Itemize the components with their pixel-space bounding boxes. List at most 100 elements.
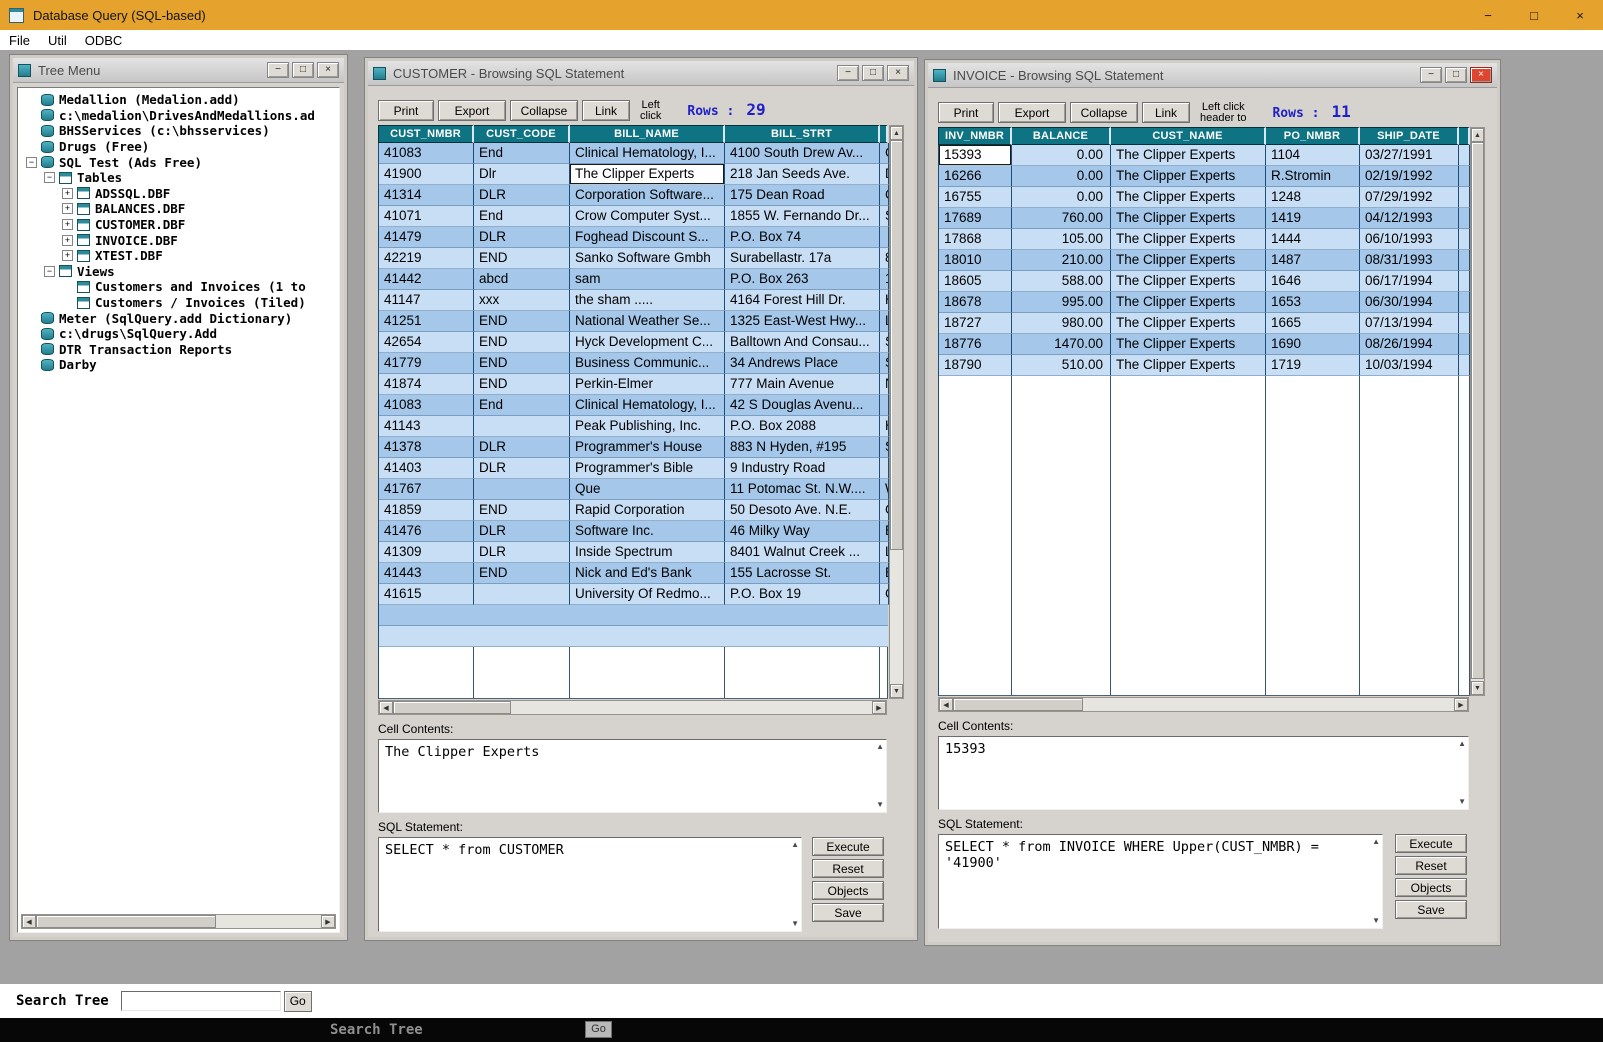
objects-button[interactable]: Objects	[1395, 878, 1467, 897]
sql-statement-box[interactable]: SELECT * from INVOICE WHERE Upper(CUST_N…	[938, 834, 1383, 929]
grid-cell[interactable]: 1248	[1266, 187, 1360, 208]
grid-cell[interactable]	[474, 416, 570, 437]
grid-cell[interactable]: 41314	[379, 185, 474, 206]
grid-cell[interactable]: H	[880, 416, 889, 437]
grid-cell[interactable]: 41900	[379, 164, 474, 185]
grid-cell[interactable]: Rapid Corporation	[570, 500, 725, 521]
grid-cell[interactable]	[474, 584, 570, 605]
grid-cell[interactable]: 41309	[379, 542, 474, 563]
close-button[interactable]: ×	[317, 62, 339, 78]
save-button[interactable]: Save	[1395, 900, 1467, 919]
grid-cell[interactable]: 18010	[939, 250, 1012, 271]
grid-cell[interactable]: Foghead Discount S...	[570, 227, 725, 248]
grid-cell[interactable]: E	[880, 563, 889, 584]
save-button[interactable]: Save	[812, 903, 884, 922]
grid-cell[interactable]: The Clipper Experts	[1111, 208, 1266, 229]
grid-cell[interactable]: 1444	[1266, 229, 1360, 250]
grid-cell[interactable]: 1719	[1266, 355, 1360, 376]
grid-cell[interactable]: 11 Potomac St. N.W....	[725, 479, 880, 500]
grid-cell[interactable]: the sham .....	[570, 290, 725, 311]
grid-cell[interactable]: 08/31/1993	[1360, 250, 1459, 271]
execute-button[interactable]: Execute	[1395, 834, 1467, 853]
grid-cell[interactable]: END	[474, 353, 570, 374]
grid-cell[interactable]	[1459, 166, 1470, 187]
column-header[interactable]: BILL_STRT	[725, 125, 880, 143]
collapse-icon[interactable]: −	[26, 157, 37, 168]
grid-cell[interactable]	[880, 395, 889, 416]
grid-cell[interactable]: 41378	[379, 437, 474, 458]
grid-row[interactable]: 41378DLRProgrammer's House883 N Hyden, #…	[379, 437, 889, 458]
grid-cell[interactable]	[1459, 292, 1470, 313]
close-button[interactable]: ×	[887, 65, 909, 81]
grid-row[interactable]: 167550.00The Clipper Experts124807/29/19…	[939, 187, 1470, 208]
scroll-thumb[interactable]	[1471, 142, 1484, 679]
grid-cell[interactable]: The Clipper Experts	[1111, 250, 1266, 271]
cell-contents-box[interactable]: 15393 ▲ ▼	[938, 736, 1469, 810]
grid-cell[interactable]: The Clipper Experts	[1111, 355, 1266, 376]
grid-row[interactable]: 41859ENDRapid Corporation50 Desoto Ave. …	[379, 500, 889, 521]
grid-cell[interactable]: The Clipper Experts	[1111, 145, 1266, 166]
grid-row[interactable]: 41779ENDBusiness Communic...34 Andrews P…	[379, 353, 889, 374]
grid-cell[interactable]: 8401 Walnut Creek ...	[725, 542, 880, 563]
reset-button[interactable]: Reset	[1395, 856, 1467, 875]
collapse-icon[interactable]: −	[44, 172, 55, 183]
grid-cell[interactable]: 1470.00	[1012, 334, 1111, 355]
tree-menu-window[interactable]: Tree Menu − □ × Medallion (Medalion.add)…	[10, 55, 347, 940]
grid-cell[interactable]: Clinical Hematology, I...	[570, 143, 725, 164]
scroll-thumb[interactable]	[953, 698, 1083, 711]
grid-cell[interactable]: 16755	[939, 187, 1012, 208]
tree-item[interactable]: Darby	[20, 357, 339, 373]
grid-cell[interactable]: 16266	[939, 166, 1012, 187]
maximize-button[interactable]: □	[1445, 67, 1467, 83]
grid-cell[interactable]: 1325 East-West Hwy...	[725, 311, 880, 332]
grid-cell[interactable]: 41443	[379, 563, 474, 584]
grid-cell[interactable]: 777 Main Avenue	[725, 374, 880, 395]
grid-cell[interactable]: Surabellastr. 17a	[725, 248, 880, 269]
column-header[interactable]: CUST_CODE	[474, 125, 570, 143]
menu-odbc[interactable]: ODBC	[76, 30, 132, 50]
grid-cell[interactable]: 0.00	[1012, 187, 1111, 208]
scroll-up-icon[interactable]: ▲	[1458, 740, 1466, 748]
column-header[interactable]	[880, 125, 888, 143]
grid-cell[interactable]: 980.00	[1012, 313, 1111, 334]
grid-cell[interactable]	[1459, 208, 1470, 229]
expand-icon[interactable]: +	[62, 188, 73, 199]
grid-cell[interactable]: C	[880, 185, 889, 206]
grid-cell[interactable]	[1459, 334, 1470, 355]
tree-item[interactable]: c:\drugs\SqlQuery.Add	[20, 326, 339, 342]
grid-cell[interactable]: 175 Dean Road	[725, 185, 880, 206]
horizontal-scrollbar[interactable]: ◀ ▶	[378, 700, 887, 715]
grid-cell[interactable]: 06/10/1993	[1360, 229, 1459, 250]
tree-item[interactable]: +BALANCES.DBF	[20, 201, 339, 217]
link-button[interactable]: Link	[582, 100, 630, 121]
grid-cell[interactable]: 41083	[379, 395, 474, 416]
scroll-thumb[interactable]	[890, 140, 903, 550]
grid-cell[interactable]: Perkin-Elmer	[570, 374, 725, 395]
minimize-button[interactable]: −	[1465, 0, 1511, 30]
scroll-down-icon[interactable]: ▼	[1458, 798, 1466, 806]
tree-item[interactable]: +INVOICE.DBF	[20, 232, 339, 248]
grid-cell[interactable]: P.O. Box 19	[725, 584, 880, 605]
minimize-button[interactable]: −	[1420, 67, 1442, 83]
grid-cell[interactable]: 04/12/1993	[1360, 208, 1459, 229]
grid-cell[interactable]: Crow Computer Syst...	[570, 206, 725, 227]
grid-cell[interactable]: D	[880, 164, 889, 185]
grid-cell[interactable]: S	[880, 353, 889, 374]
grid-cell[interactable]: Clinical Hematology, I...	[570, 395, 725, 416]
grid-cell[interactable]: 06/17/1994	[1360, 271, 1459, 292]
sql-statement-box[interactable]: SELECT * from CUSTOMER ▲ ▼	[378, 837, 802, 932]
grid-cell[interactable]: 4164 Forest Hill Dr.	[725, 290, 880, 311]
grid-cell[interactable]: 15393	[939, 145, 1012, 166]
grid-cell[interactable]: P.O. Box 2088	[725, 416, 880, 437]
vertical-scrollbar[interactable]: ▲ ▼	[1470, 127, 1485, 696]
grid-cell[interactable]: The Clipper Experts	[1111, 292, 1266, 313]
go-button[interactable]: Go	[284, 991, 312, 1012]
grid-cell[interactable]: DLR	[474, 521, 570, 542]
grid-cell[interactable]: 18776	[939, 334, 1012, 355]
export-button[interactable]: Export	[438, 100, 506, 121]
grid-cell[interactable]: 41779	[379, 353, 474, 374]
scroll-right-button[interactable]: ▶	[1454, 698, 1468, 711]
grid-cell[interactable]: Balltown And Consau...	[725, 332, 880, 353]
tree-horizontal-scrollbar[interactable]: ◀ ▶	[21, 914, 336, 929]
grid-cell[interactable]: End	[474, 206, 570, 227]
